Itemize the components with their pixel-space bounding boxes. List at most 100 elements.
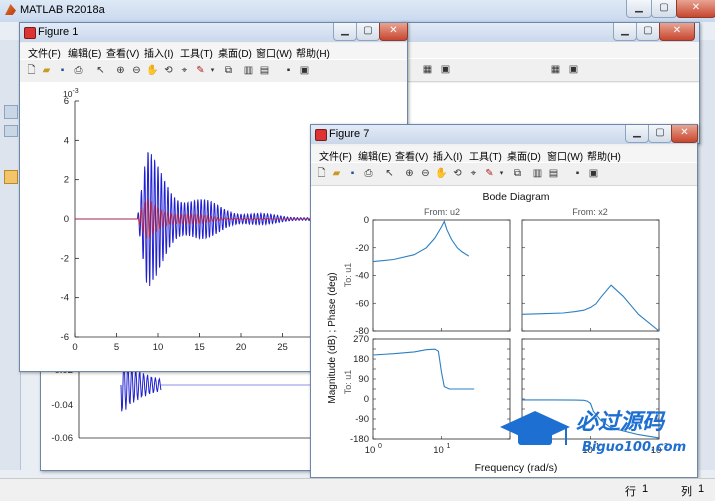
y-tick-label: 0: [64, 214, 69, 225]
figure-1-maximize-button[interactable]: ▢: [356, 23, 380, 41]
y-tick-label: -4: [61, 293, 69, 304]
bode-y-tick-label: 180: [353, 354, 369, 365]
main-left-icon: [4, 170, 18, 184]
link-plot-icon[interactable]: ⧉: [222, 64, 235, 77]
main-close-button[interactable]: ✕: [676, 0, 715, 18]
col-title-x2: From: x2: [572, 207, 608, 217]
bode-y-tick-label: 0: [364, 394, 369, 405]
bode-y-tick-label: 90: [358, 374, 369, 385]
main-title-bar: MATLAB R2018a ▁ ▢ ✕: [0, 0, 715, 22]
main-minimize-button[interactable]: ▁: [626, 0, 652, 18]
show-plot-tools-icon[interactable]: ▣: [587, 167, 600, 180]
matlab-logo-icon: [5, 4, 16, 15]
main-maximize-button[interactable]: ▢: [651, 0, 677, 18]
bode-y-tick-label: 270: [353, 334, 369, 345]
menu-view[interactable]: 查看(V): [395, 148, 428, 163]
x-tick-label: 0: [72, 342, 77, 353]
figure-close-button[interactable]: ✕: [659, 23, 695, 41]
hide-plot-tools-icon[interactable]: ▪: [571, 167, 584, 180]
menu-tools[interactable]: 工具(T): [469, 148, 502, 163]
figure-maximize-button[interactable]: ▢: [636, 23, 660, 41]
figure-icon: [24, 27, 36, 39]
svg-text:Biguo100.com: Biguo100.com: [582, 440, 686, 455]
tool-icon[interactable]: ▣: [439, 63, 452, 76]
row-label-mag: To: u1: [343, 263, 353, 288]
save-icon[interactable]: ▪: [56, 64, 69, 77]
data-cursor-icon[interactable]: ⌖: [467, 167, 480, 180]
bode-y-tick-label: 0: [364, 215, 369, 226]
select-arrow-icon[interactable]: ↖: [383, 167, 396, 180]
hide-plot-tools-icon[interactable]: ▪: [282, 64, 295, 77]
figure-icon: [315, 129, 327, 141]
figure-7-close-button[interactable]: ✕: [671, 125, 698, 143]
menu-window[interactable]: 窗口(W): [547, 148, 583, 163]
bode-y-tick-label: -180: [350, 434, 369, 445]
bode-ylabel: Magnitude (dB) ; Phase (deg): [327, 272, 338, 403]
bode-panel-frame: [372, 219, 511, 332]
figure-minimize-button[interactable]: ▁: [613, 23, 637, 41]
bode-y-tick-label: -20: [355, 243, 369, 254]
menu-edit[interactable]: 编辑(E): [68, 45, 101, 60]
menu-file[interactable]: 文件(F): [319, 148, 352, 163]
exponent-power: -3: [72, 88, 78, 95]
status-col-value: 1: [698, 483, 705, 495]
legend-icon[interactable]: ▤: [258, 64, 271, 77]
colorbar-icon[interactable]: ▥: [242, 64, 255, 77]
menu-desktop[interactable]: 桌面(D): [218, 45, 252, 60]
menu-help[interactable]: 帮助(H): [296, 45, 330, 60]
menu-view[interactable]: 查看(V): [106, 45, 139, 60]
figure-1-close-button[interactable]: ✕: [379, 23, 408, 41]
bode-title: Bode Diagram: [482, 191, 549, 203]
new-figure-icon[interactable]: 🗋: [315, 167, 328, 180]
menu-insert[interactable]: 插入(I): [144, 45, 173, 60]
zoom-out-icon[interactable]: ⊖: [419, 167, 432, 180]
dropdown-arrow-icon[interactable]: ▾: [495, 167, 508, 180]
tool-icon[interactable]: ▦: [549, 63, 562, 76]
open-file-icon[interactable]: ▰: [40, 64, 53, 77]
figure-1-minimize-button[interactable]: ▁: [333, 23, 357, 41]
menu-window[interactable]: 窗口(W): [256, 45, 292, 60]
zoom-out-icon[interactable]: ⊖: [130, 64, 143, 77]
link-plot-icon[interactable]: ⧉: [511, 167, 524, 180]
row-label-phase: To: u1: [343, 370, 353, 395]
rotate-icon[interactable]: ⟲: [162, 64, 175, 77]
bode-y-tick-label: -40: [355, 271, 369, 282]
tool-icon[interactable]: ▣: [567, 63, 580, 76]
menu-file[interactable]: 文件(F): [28, 45, 61, 60]
zoom-in-icon[interactable]: ⊕: [114, 64, 127, 77]
bode-xlabel: Frequency (rad/s): [475, 462, 558, 474]
print-icon[interactable]: ⎙: [72, 64, 85, 77]
menu-help[interactable]: 帮助(H): [587, 148, 621, 163]
y-tick-label: -0.04: [51, 400, 73, 411]
menu-insert[interactable]: 插入(I): [433, 148, 462, 163]
zoom-in-icon[interactable]: ⊕: [403, 167, 416, 180]
show-plot-tools-icon[interactable]: ▣: [298, 64, 311, 77]
figure-7-maximize-button[interactable]: ▢: [648, 125, 672, 143]
col-title-u2: From: u2: [424, 207, 460, 217]
colorbar-icon[interactable]: ▥: [531, 167, 544, 180]
y-tick-label: -2: [61, 253, 69, 264]
menu-edit[interactable]: 编辑(E): [358, 148, 391, 163]
print-icon[interactable]: ⎙: [362, 167, 375, 180]
x-tick-label: 15: [194, 342, 205, 353]
dropdown-arrow-icon[interactable]: ▾: [206, 64, 219, 77]
data-cursor-icon[interactable]: ⌖: [178, 64, 191, 77]
pan-icon[interactable]: ✋: [146, 64, 159, 77]
rotate-icon[interactable]: ⟲: [451, 167, 464, 180]
bode-x-tick-exponent: 1: [447, 443, 451, 450]
figure-7-minimize-button[interactable]: ▁: [625, 125, 649, 143]
save-icon[interactable]: ▪: [346, 167, 359, 180]
new-figure-icon[interactable]: 🗋: [25, 64, 38, 77]
main-left-icon: [4, 105, 18, 119]
select-arrow-icon[interactable]: ↖: [94, 64, 107, 77]
status-row-value: 1: [642, 483, 649, 495]
legend-icon[interactable]: ▤: [547, 167, 560, 180]
figure-1-toolbar: 🗋 ▰ ▪ ⎙ ↖ ⊕ ⊖ ✋ ⟲ ⌖ ✎ ▾ ⧉ ▥ ▤ ▪ ▣: [20, 59, 407, 83]
main-title: MATLAB R2018a: [20, 4, 105, 16]
menu-desktop[interactable]: 桌面(D): [507, 148, 541, 163]
menu-tools[interactable]: 工具(T): [180, 45, 213, 60]
tool-icon[interactable]: ▦: [421, 63, 434, 76]
figure-title-bar: ▁ ▢ ✕: [401, 23, 699, 42]
open-file-icon[interactable]: ▰: [330, 167, 343, 180]
pan-icon[interactable]: ✋: [435, 167, 448, 180]
